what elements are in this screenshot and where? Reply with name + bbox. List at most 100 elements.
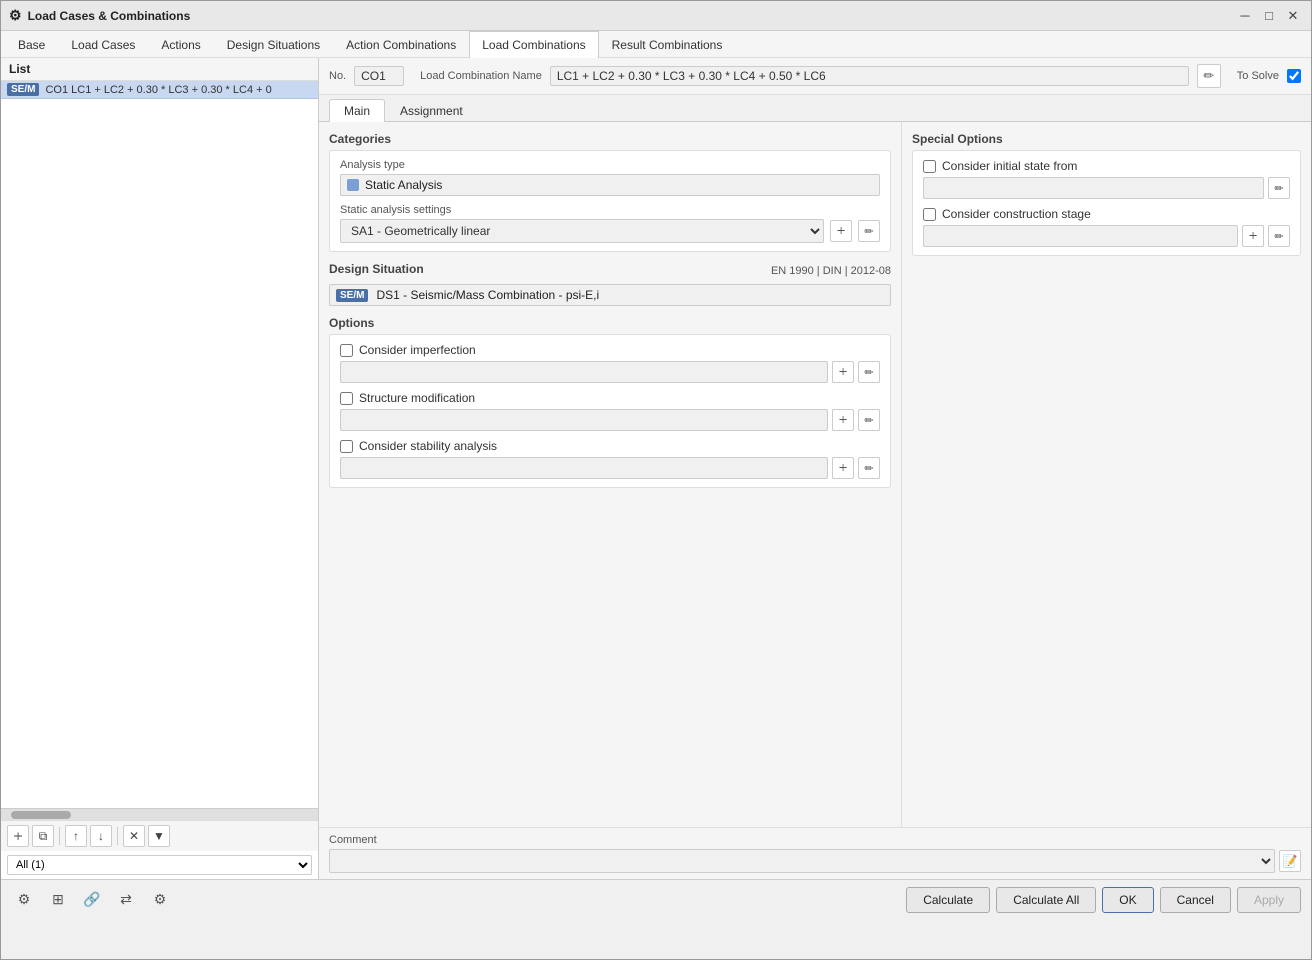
comment-btn[interactable]: 📝 <box>1279 850 1301 872</box>
close-button[interactable]: ✕ <box>1283 6 1303 26</box>
initial-state-row: Consider initial state from <box>923 159 1290 173</box>
static-settings-select[interactable]: SA1 - Geometrically linear <box>340 219 824 243</box>
filter-select[interactable]: All (1) <box>7 855 312 875</box>
analysis-type-value: Static Analysis <box>365 178 442 192</box>
imperfection-add-btn[interactable]: 🞣 <box>832 361 854 383</box>
tab-actions[interactable]: Actions <box>148 31 213 58</box>
scrollbar-thumb <box>11 811 71 819</box>
app-icon: ⚙ <box>9 7 22 24</box>
move-up-button[interactable]: ↑ <box>65 825 87 847</box>
imperfection-edit-btn[interactable]: ✏ <box>858 361 880 383</box>
tab-result-combinations[interactable]: Result Combinations <box>599 31 736 58</box>
to-solve-label: To Solve <box>1237 70 1279 82</box>
structure-mod-input <box>340 409 828 431</box>
settings-icon-btn[interactable]: ⚙ <box>11 887 37 913</box>
grid-icon-btn[interactable]: ⊞ <box>45 887 71 913</box>
menu-button[interactable]: ▼ <box>148 825 170 847</box>
bottom-right: Calculate Calculate All OK Cancel Apply <box>906 887 1301 913</box>
ds-badge: SE/M <box>336 289 368 302</box>
content-tabs: Main Assignment <box>319 95 1311 122</box>
structure-mod-field-row: 🞣 ✏ <box>340 409 880 431</box>
ok-button[interactable]: OK <box>1102 887 1153 913</box>
tab-main[interactable]: Main <box>329 99 385 122</box>
add-button[interactable]: 🞣 <box>7 825 29 847</box>
tab-action-combinations[interactable]: Action Combinations <box>333 31 469 58</box>
construction-stage-field-row: 🞣 ✏ <box>923 225 1290 247</box>
categories-section: Categories Analysis type Static Analysis… <box>329 132 891 252</box>
structure-mod-section: Structure modification 🞣 ✏ <box>340 391 880 431</box>
list-item-text: CO1 LC1 + LC2 + 0.30 * LC3 + 0.30 * LC4 … <box>45 84 271 96</box>
filter-icon-btn[interactable]: ⚙ <box>147 887 173 913</box>
imperfection-input <box>340 361 828 383</box>
categories-title: Categories <box>329 132 891 146</box>
move-down-button[interactable]: ↓ <box>90 825 112 847</box>
cancel-button[interactable]: Cancel <box>1160 887 1231 913</box>
calculate-all-button[interactable]: Calculate All <box>996 887 1096 913</box>
construction-stage-btn1[interactable]: 🞣 <box>1242 225 1264 247</box>
construction-stage-label: Consider construction stage <box>942 207 1091 221</box>
copy-button[interactable]: ⧉ <box>32 825 54 847</box>
construction-stage-checkbox[interactable] <box>923 208 936 221</box>
special-options-box: Consider initial state from ✏ Consider c… <box>912 150 1301 256</box>
list-header: List <box>1 58 318 81</box>
construction-stage-btn2[interactable]: ✏ <box>1268 225 1290 247</box>
structure-mod-edit-btn[interactable]: ✏ <box>858 409 880 431</box>
tab-load-combinations[interactable]: Load Combinations <box>469 31 598 58</box>
list-spacer <box>1 99 318 808</box>
stability-field-row: 🞣 ✏ <box>340 457 880 479</box>
apply-button[interactable]: Apply <box>1237 887 1301 913</box>
structure-mod-row: Structure modification <box>340 391 880 405</box>
toolbar-separator <box>59 827 60 845</box>
link-icon-btn[interactable]: 🔗 <box>79 887 105 913</box>
list-item-badge: SE/M <box>7 83 39 96</box>
initial-state-label: Consider initial state from <box>942 159 1077 173</box>
combo-no-input[interactable] <box>354 66 404 86</box>
static-settings-edit-btn[interactable]: ✏ <box>858 220 880 242</box>
options-title: Options <box>329 316 891 330</box>
initial-state-field-row: ✏ <box>923 177 1290 199</box>
ds-header: Design Situation EN 1990 | DIN | 2012-08 <box>329 262 891 280</box>
list-item[interactable]: SE/M CO1 LC1 + LC2 + 0.30 * LC3 + 0.30 *… <box>1 81 318 99</box>
arrows-icon-btn[interactable]: ⇄ <box>113 887 139 913</box>
form-left: Categories Analysis type Static Analysis… <box>319 122 901 827</box>
imperfection-row: Consider imperfection <box>340 343 880 357</box>
tab-design-situations[interactable]: Design Situations <box>214 31 333 58</box>
comment-label: Comment <box>329 834 1301 846</box>
stability-row: Consider stability analysis <box>340 439 880 453</box>
calculate-button[interactable]: Calculate <box>906 887 990 913</box>
tab-load-cases[interactable]: Load Cases <box>58 31 148 58</box>
horizontal-scrollbar[interactable] <box>1 808 318 820</box>
structure-mod-checkbox[interactable] <box>340 392 353 405</box>
to-solve-checkbox[interactable] <box>1287 69 1301 83</box>
imperfection-checkbox[interactable] <box>340 344 353 357</box>
comment-section: Comment 📝 <box>319 827 1311 879</box>
form-right: Special Options Consider initial state f… <box>901 122 1311 827</box>
maximize-button[interactable]: □ <box>1259 6 1279 26</box>
comment-row: 📝 <box>329 849 1301 873</box>
imperfection-field-row: 🞣 ✏ <box>340 361 880 383</box>
menu-bar: Base Load Cases Actions Design Situation… <box>1 31 1311 58</box>
special-options-section: Special Options Consider initial state f… <box>912 132 1301 256</box>
delete-button[interactable]: ✕ <box>123 825 145 847</box>
window-title: Load Cases & Combinations <box>28 9 191 23</box>
minimize-button[interactable]: ─ <box>1235 6 1255 26</box>
structure-mod-add-btn[interactable]: 🞣 <box>832 409 854 431</box>
static-settings-add-btn[interactable]: 🞣 <box>830 220 852 242</box>
initial-state-checkbox[interactable] <box>923 160 936 173</box>
special-options-title: Special Options <box>912 132 1301 146</box>
stability-add-btn[interactable]: 🞣 <box>832 457 854 479</box>
combo-name-input[interactable] <box>550 66 1189 86</box>
initial-state-edit-btn[interactable]: ✏ <box>1268 177 1290 199</box>
tab-assignment[interactable]: Assignment <box>385 99 478 122</box>
ds-norm: EN 1990 | DIN | 2012-08 <box>771 265 891 277</box>
tab-base[interactable]: Base <box>5 31 58 58</box>
stability-checkbox[interactable] <box>340 440 353 453</box>
stability-edit-btn[interactable]: ✏ <box>858 457 880 479</box>
bottom-left: ⚙ ⊞ 🔗 ⇄ ⚙ <box>11 887 173 913</box>
construction-stage-section: Consider construction stage 🞣 ✏ <box>923 207 1290 247</box>
comment-select[interactable] <box>329 849 1275 873</box>
edit-button[interactable]: ✏ <box>1197 64 1221 88</box>
right-form-spacer <box>912 266 1301 817</box>
list-toolbar: 🞣 ⧉ ↑ ↓ ✕ ▼ <box>1 820 318 851</box>
structure-mod-label: Structure modification <box>359 391 475 405</box>
